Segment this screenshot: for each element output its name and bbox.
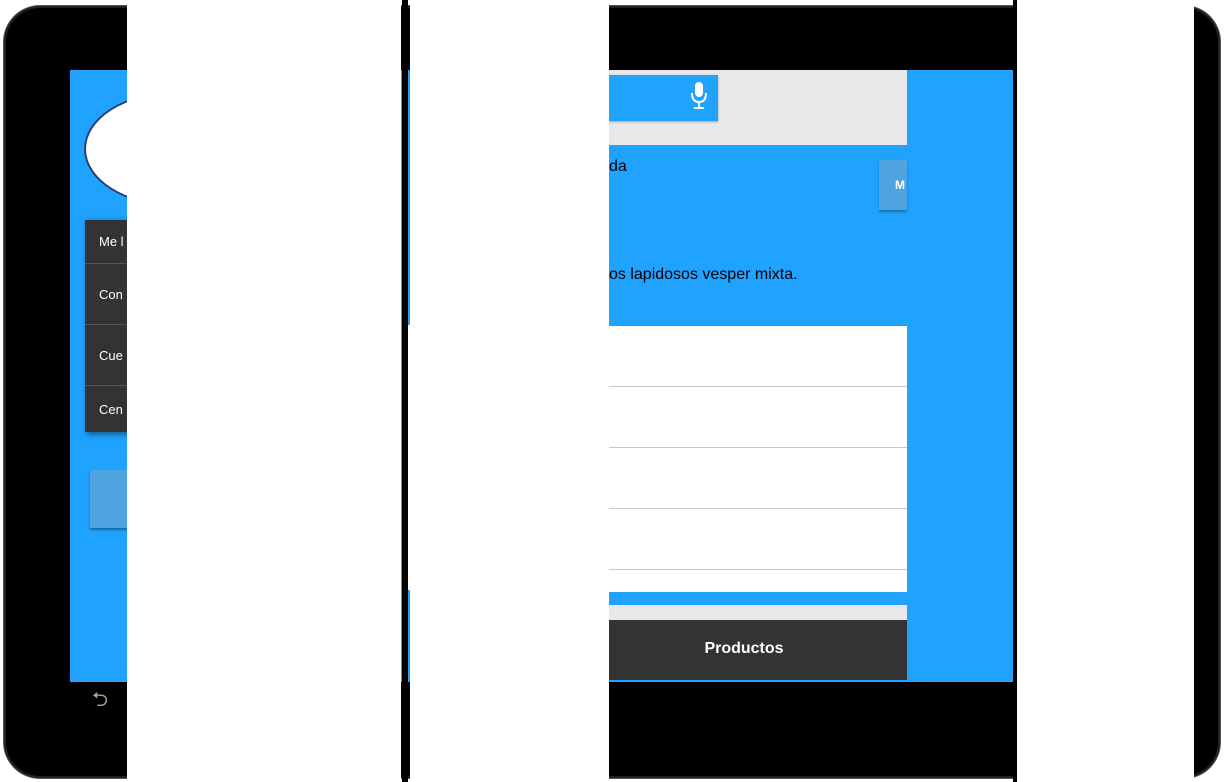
item-list <box>609 326 907 592</box>
tab-productos[interactable]: Productos <box>609 640 879 658</box>
list-item[interactable] <box>609 326 907 387</box>
microphone-icon[interactable] <box>690 80 708 112</box>
blank-gap-right <box>1017 0 1194 782</box>
list-footer-bar <box>609 592 907 605</box>
content-card <box>609 145 907 326</box>
list-item[interactable] <box>609 509 907 570</box>
capture-separator <box>1013 0 1017 782</box>
back-icon[interactable]: ⮌ <box>92 690 120 710</box>
blank-gap-middle <box>410 0 609 782</box>
capture-separator <box>402 0 408 782</box>
list-item[interactable] <box>609 448 907 509</box>
content-title: da <box>609 158 627 175</box>
content-description: os lapidosos vesper mixta. <box>609 266 798 283</box>
list-item[interactable] <box>609 387 907 448</box>
more-button[interactable]: M <box>879 160 907 210</box>
blank-gap-left <box>127 0 401 782</box>
divider-bar <box>609 605 907 620</box>
